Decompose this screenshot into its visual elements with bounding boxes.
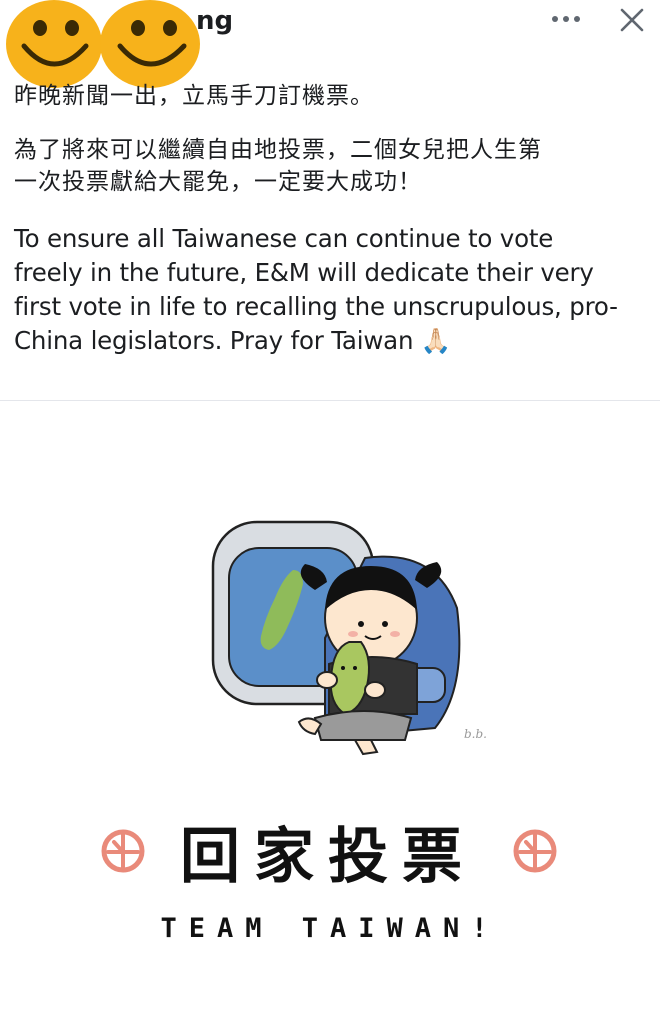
- post-body: 昨晚新聞一出，立馬手刀訂機票。 為了將來可以繼續自由地投票，二個女兒把人生第 一…: [14, 80, 650, 358]
- artist-signature: b.b.: [464, 727, 487, 741]
- post-header: ng: [0, 0, 660, 88]
- author-name[interactable]: ng: [196, 6, 233, 36]
- smiley-face-icon: [100, 0, 200, 88]
- post-paragraph-line: first vote in life to recalling the unsc…: [14, 292, 618, 321]
- close-icon: [620, 8, 644, 32]
- more-horizontal-icon: [552, 16, 580, 22]
- vote-stamp-icon: [513, 829, 557, 873]
- post-paragraph-line: freely in the future, E&M will dedicate …: [14, 258, 594, 287]
- vote-stamp-icon: [101, 829, 145, 873]
- smiley-face-icon: [6, 0, 102, 88]
- close-button[interactable]: [614, 2, 650, 38]
- post-paragraph-line: China legislators. Pray for Taiwan 🙏🏻: [14, 326, 452, 355]
- image-caption-row: 回家投票: [0, 811, 660, 892]
- image-caption-english: TEAM TAIWAN!: [160, 913, 500, 944]
- post-paragraph: 為了將來可以繼續自由地投票，二個女兒把人生第: [14, 137, 542, 163]
- post-paragraph-line: To ensure all Taiwanese can continue to …: [14, 224, 554, 253]
- girl-on-plane-illustration: [211, 520, 461, 756]
- more-options-button[interactable]: [546, 4, 586, 34]
- image-caption-chinese: 回家投票: [180, 821, 476, 892]
- post-paragraph: 一次投票獻給大罷免，一定要大成功！: [14, 169, 422, 195]
- post-paragraph: 昨晚新聞一出，立馬手刀訂機票。: [14, 83, 374, 109]
- post-photo[interactable]: b.b. 回家投票 TEAM TAIWAN!: [0, 401, 660, 1024]
